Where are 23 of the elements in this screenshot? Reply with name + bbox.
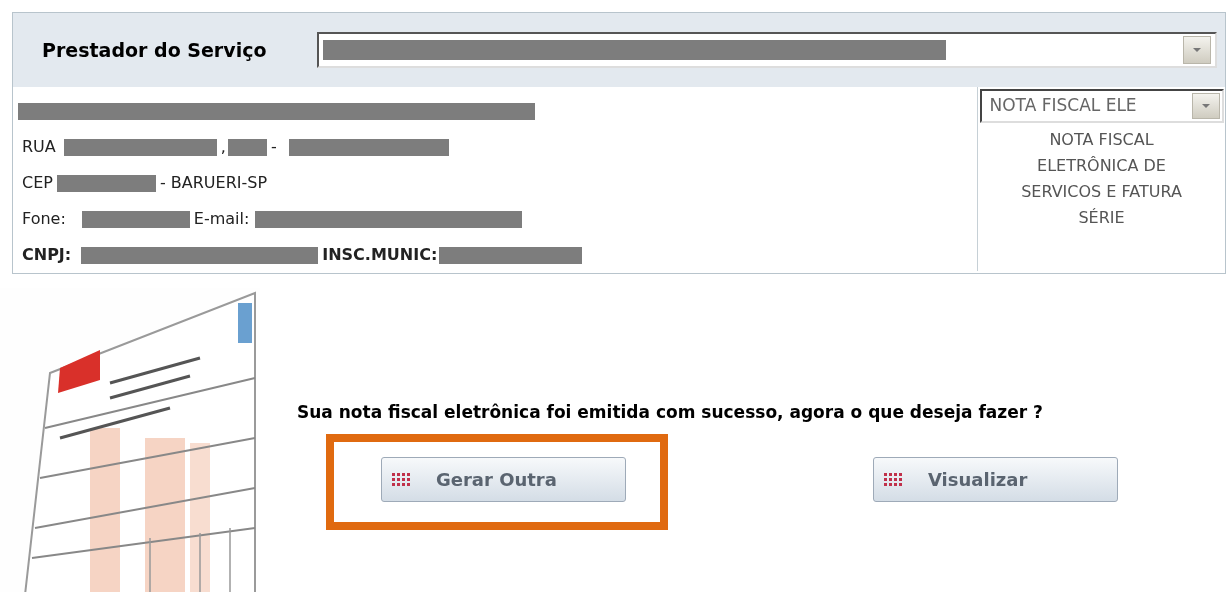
detail-text: CEP <box>22 172 53 194</box>
detail-text: CNPJ: <box>22 244 72 266</box>
caret-icon <box>1192 47 1202 53</box>
dots-icon <box>884 472 902 486</box>
document-type-select[interactable]: NOTA FISCAL ELE <box>979 89 1224 123</box>
detail-text: INSC.MUNIC: <box>322 244 438 266</box>
action-button[interactable]: Visualizar <box>873 456 1118 502</box>
provider-label: Prestador do Serviço <box>42 37 268 63</box>
detail-text: , <box>220 136 226 158</box>
caret-icon <box>1200 103 1211 109</box>
detail-text: RUA <box>22 136 56 158</box>
detail-text: Fone: <box>22 208 66 230</box>
detail-text: - BARUERI-SP <box>159 172 268 194</box>
action-button[interactable]: Gerar Outra <box>381 456 626 502</box>
document-type-description: NOTA FISCAL ELETRÔNICA DE SERVICOS E FATURA SÉRIE <box>1020 129 1183 229</box>
dropdown-button[interactable] <box>1191 93 1220 119</box>
provider-select[interactable] <box>317 32 1217 68</box>
success-message: Sua nota fiscal eletrônica foi emitida com sucesso, agora o que deseja fazer ? <box>297 401 1044 424</box>
redaction-bar <box>227 138 267 156</box>
detail-text: - <box>270 136 277 158</box>
detail-text: E-mail: <box>193 208 250 230</box>
dropdown-button[interactable] <box>1183 36 1211 64</box>
dots-icon <box>392 472 410 486</box>
